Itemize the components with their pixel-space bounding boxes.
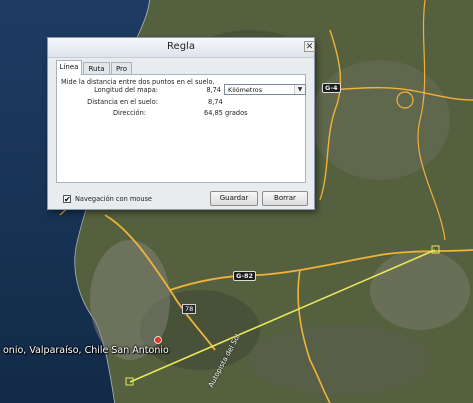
route-78-shield: 78 (182, 304, 197, 314)
ground-distance-value: 8,74 (208, 98, 223, 106)
place-label: onio, Valparaíso, Chile San Antonio (3, 345, 169, 356)
mouse-nav-checkbox[interactable]: ✔ (63, 195, 71, 204)
ground-distance-label: Distancia en el suelo: (87, 98, 158, 106)
unit-select[interactable]: Kilómetros ▼ (224, 84, 306, 95)
map-length-label: Longitud del mapa: (94, 86, 158, 94)
ruler-dialog: Regla ✕ Línea Ruta Pro Mide la distancia… (47, 37, 315, 210)
route-g82-shield: G-82 (233, 271, 257, 281)
tab-ruta[interactable]: Ruta (83, 62, 110, 74)
dialog-titlebar[interactable]: Regla ✕ (48, 38, 315, 58)
save-button[interactable]: Guardar (210, 191, 258, 206)
map-length-value: 8,74 (206, 86, 221, 94)
chevron-down-icon[interactable]: ▼ (294, 85, 305, 94)
tab-linea[interactable]: Línea (56, 60, 82, 75)
unit-select-value: Kilómetros (228, 86, 263, 94)
heading-value: 64,85 grados (204, 109, 248, 117)
close-icon[interactable]: ✕ (304, 41, 315, 52)
clear-button[interactable]: Borrar (262, 191, 308, 206)
tab-pro[interactable]: Pro (111, 62, 132, 74)
route-g4-shield: G-4 (322, 83, 341, 93)
description-text: Mide la distancia entre dos puntos en el… (61, 78, 215, 86)
place-marker[interactable] (154, 336, 162, 344)
heading-label: Dirección: (112, 109, 146, 117)
dialog-title: Regla (167, 41, 195, 52)
mouse-nav-label: Navegación con mouse (75, 195, 152, 203)
